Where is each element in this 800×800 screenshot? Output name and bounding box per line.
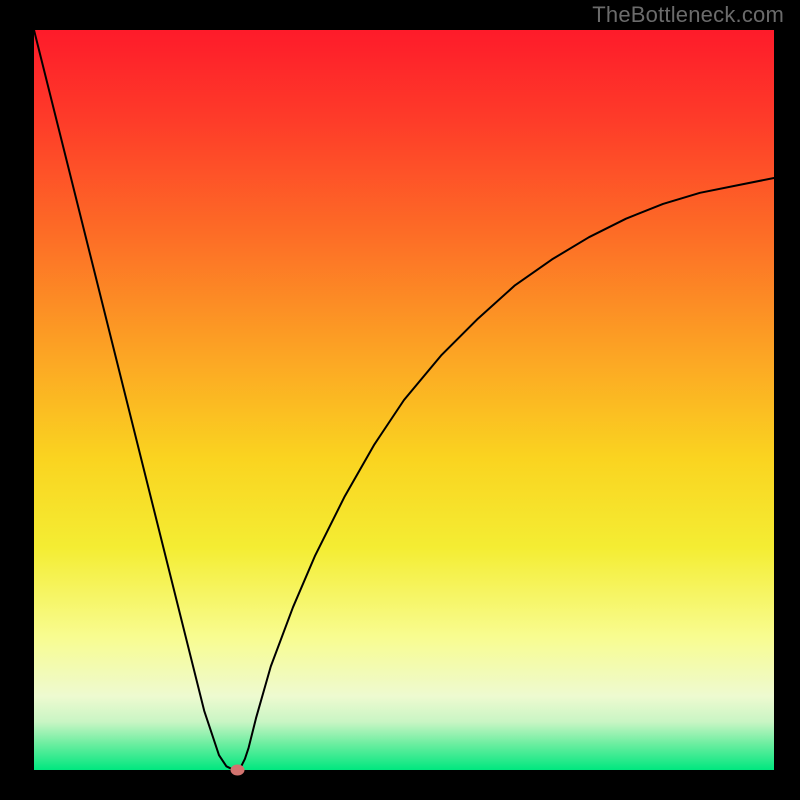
optimum-marker [231, 765, 245, 776]
bottleneck-chart [0, 0, 800, 800]
chart-frame: TheBottleneck.com [0, 0, 800, 800]
watermark-text: TheBottleneck.com [592, 2, 784, 28]
